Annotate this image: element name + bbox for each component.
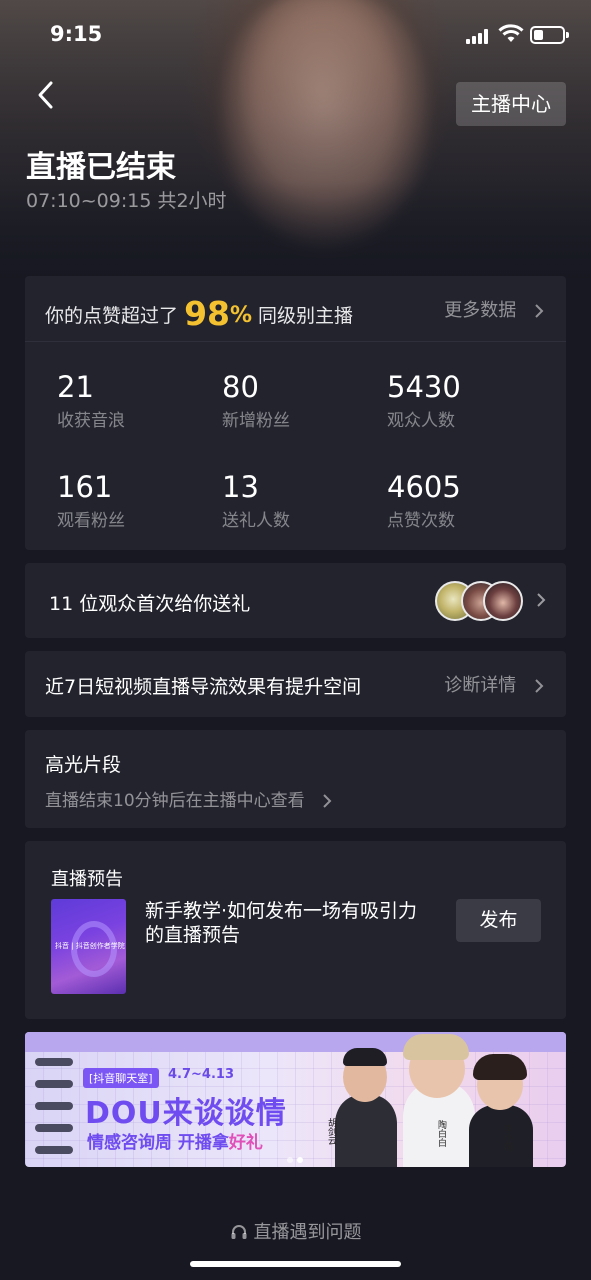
stat-gifters: 13 送礼人数 — [222, 470, 290, 531]
host-name-2: 陶白白 — [436, 1120, 446, 1147]
preview-title: 直播预告 — [51, 869, 123, 890]
diagnosis-link[interactable]: 诊断详情 — [444, 671, 544, 697]
home-indicator[interactable] — [190, 1261, 401, 1267]
stat-new-fans: 80 新增粉丝 — [222, 370, 290, 431]
chevron-right-icon — [535, 304, 544, 318]
likes-percent: 98 — [184, 294, 230, 333]
preview-thumbnail[interactable]: 抖音 | 抖音创作者学院 — [51, 899, 126, 994]
battery-icon — [530, 26, 569, 44]
back-chevron-icon[interactable] — [30, 78, 64, 112]
host-figure — [335, 1095, 397, 1167]
chevron-right-icon — [537, 593, 546, 607]
stat-viewers: 5430 观众人数 — [387, 370, 461, 431]
wifi-icon — [498, 24, 524, 42]
avatar — [483, 581, 523, 621]
stat-watching-fans: 161 观看粉丝 — [57, 470, 125, 531]
highlights-subtitle: 直播结束10分钟后在主播中心查看 — [45, 786, 332, 811]
stat-sound-waves: 21 收获音浪 — [57, 370, 125, 431]
live-help-link[interactable]: 直播遇到问题 — [0, 1218, 591, 1244]
more-data-link[interactable]: 更多数据 — [444, 296, 544, 322]
preview-description[interactable]: 新手教学·如何发布一场有吸引力的直播预告 — [145, 899, 435, 947]
first-gift-row[interactable]: 11 位观众首次给你送礼 — [25, 563, 566, 638]
status-time: 9:15 — [50, 22, 103, 46]
banner-date: 4.7~4.13 — [168, 1067, 234, 1082]
live-duration: 07:10~09:15 共2小时 — [26, 190, 227, 212]
first-gift-text: 11 位观众首次给你送礼 — [49, 593, 251, 615]
likes-summary: 你的点赞超过了 98% 同级别主播 — [45, 294, 354, 333]
banner-subtitle: 情感咨询周 开播拿好礼 — [87, 1133, 263, 1153]
traffic-diagnosis-row[interactable]: 近7日短视频直播导流效果有提升空间 诊断详情 — [25, 651, 566, 717]
stats-card: 你的点赞超过了 98% 同级别主播 更多数据 21 收获音浪 80 新增粉丝 5430… — [25, 276, 566, 550]
publish-button[interactable]: 发布 — [456, 899, 541, 942]
stat-likes: 4605 点赞次数 — [387, 470, 461, 531]
banner-tag: [抖音聊天室] — [83, 1068, 159, 1088]
live-preview-card: 直播预告 抖音 | 抖音创作者学院 新手教学·如何发布一场有吸引力的直播预告 发… — [25, 841, 566, 1019]
banner-title: DOU来谈谈情 — [85, 1096, 287, 1131]
banner-pager-dots — [287, 1148, 327, 1163]
highlights-title: 高光片段 — [45, 754, 122, 776]
chevron-right-icon — [535, 679, 544, 693]
promo-banner[interactable]: [抖音聊天室] 4.7~4.13 DOU来谈谈情 情感咨询周 开播拿好礼 胡剑云… — [25, 1032, 566, 1167]
chevron-right-icon — [323, 794, 332, 808]
page-title: 直播已结束 — [26, 150, 176, 185]
host-name-1: 胡剑云 — [326, 1118, 336, 1145]
host-name-3: 李小萌 — [502, 1124, 512, 1151]
gifter-avatars — [435, 581, 525, 621]
signal-icon — [466, 28, 490, 44]
highlights-card[interactable]: 高光片段 直播结束10分钟后在主播中心查看 — [25, 730, 566, 828]
status-bar: 9:15 — [0, 0, 591, 70]
traffic-text: 近7日短视频直播导流效果有提升空间 — [45, 676, 362, 698]
likes-summary-row[interactable]: 你的点赞超过了 98% 同级别主播 更多数据 — [25, 276, 566, 342]
anchor-center-button[interactable]: 主播中心 — [456, 82, 566, 126]
headset-icon — [231, 1225, 246, 1239]
